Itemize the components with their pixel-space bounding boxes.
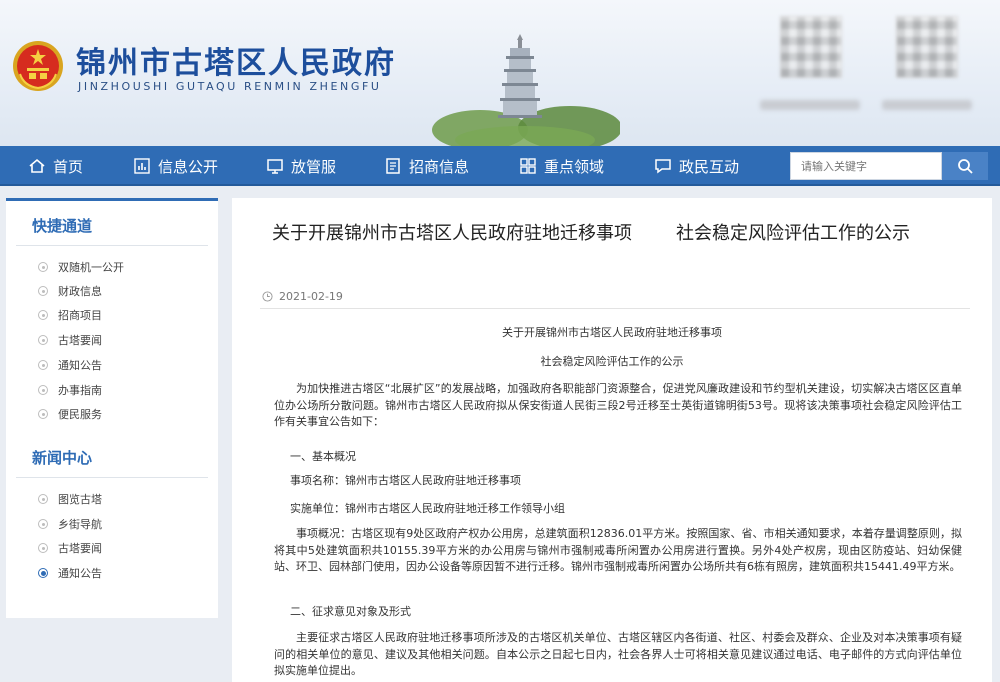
- sidebar-item-label: 通知公告: [58, 567, 102, 580]
- section-heading: 一、基本概况: [290, 450, 356, 463]
- site-header: 锦州市古塔区人民政府 JINZHOUSHI GUTAQU RENMIN ZHEN…: [0, 0, 1000, 146]
- nav-item-label: 招商信息: [409, 157, 470, 176]
- nav-item-info-disclosure[interactable]: 信息公开: [133, 146, 218, 186]
- bullet-icon: [38, 543, 48, 553]
- sidebar-item-active[interactable]: 通知公告: [38, 565, 102, 581]
- item-overview: 事项概况：古塔区现有9处区政府产权办公用房，总建筑面积12836.01平方米。按…: [274, 527, 962, 573]
- nav-item-label: 政民互动: [679, 157, 740, 176]
- doc-title-line1: 关于开展锦州市古塔区人民政府驻地迁移事项: [502, 326, 722, 339]
- bullet-icon: [38, 262, 48, 272]
- national-emblem-icon: [13, 41, 63, 91]
- article-intro: 为加快推进古塔区“北展扩区”的发展战略，加强政府各职能部门资源整合，促进党风廉政…: [274, 382, 962, 428]
- nav-item-home[interactable]: 首页: [28, 146, 83, 186]
- article-panel: 关于开展锦州市古塔区人民政府驻地迁移事项 社会稳定风险评估工作的公示 2021-0…: [232, 198, 992, 682]
- article-title-part1: 关于开展锦州市古塔区人民政府驻地迁移事项: [272, 223, 632, 244]
- sidebar-item-label: 财政信息: [58, 285, 102, 298]
- sidebar-item-label: 招商项目: [58, 309, 102, 322]
- sidebar-item[interactable]: 通知公告: [38, 357, 102, 373]
- nav-item-investment[interactable]: 招商信息: [384, 146, 469, 186]
- document-icon: [386, 158, 400, 174]
- sidebar-item-label: 便民服务: [58, 408, 102, 421]
- qr-code-image: [896, 16, 958, 78]
- chat-icon: [655, 159, 671, 174]
- article-title: 关于开展锦州市古塔区人民政府驻地迁移事项 社会稳定风险评估工作的公示: [272, 216, 962, 252]
- sidebar-item[interactable]: 乡街导航: [38, 516, 102, 532]
- sidebar-item-label: 古塔要闻: [58, 542, 102, 555]
- doc-title-line2: 社会稳定风险评估工作的公示: [540, 355, 684, 368]
- divider: [260, 308, 970, 309]
- qr-caption: [760, 100, 860, 110]
- item-name-line: 事项名称：锦州市古塔区人民政府驻地迁移事项: [290, 474, 521, 487]
- grid-icon: [520, 158, 536, 174]
- divider: [16, 245, 208, 246]
- divider: [16, 477, 208, 478]
- sidebar-item[interactable]: 招商项目: [38, 307, 102, 323]
- sidebar-item[interactable]: 古塔要闻: [38, 332, 102, 348]
- consultation-paragraph: 主要征求古塔区人民政府驻地迁移事项所涉及的古塔区机关单位、古塔区辖区内各街道、社…: [274, 631, 962, 677]
- nav-item-label: 信息公开: [158, 157, 219, 176]
- nav-item-label: 重点领域: [544, 157, 605, 176]
- monitor-icon: [267, 159, 283, 174]
- bullet-icon: [38, 286, 48, 296]
- sidebar-item[interactable]: 财政信息: [38, 283, 102, 299]
- nav-item-label: 放管服: [291, 157, 337, 176]
- nav-item-interaction[interactable]: 政民互动: [654, 146, 739, 186]
- bullet-active-icon: [38, 568, 48, 578]
- qr-code-image: [780, 16, 842, 78]
- sidebar-item[interactable]: 便民服务: [38, 406, 102, 422]
- sidebar: 快捷通道 双随机一公开 财政信息 招商项目 古塔要闻 通知公告 办事指南 便民服…: [6, 198, 218, 618]
- item-unit-line: 实施单位：锦州市古塔区人民政府驻地迁移工作领导小组: [290, 502, 565, 515]
- sidebar-item-label: 通知公告: [58, 359, 102, 372]
- search-icon: [958, 159, 973, 174]
- article-meta: 2021-02-19: [262, 290, 343, 303]
- sidebar-item-label: 图览古塔: [58, 493, 102, 506]
- nav-item-label: 首页: [53, 157, 84, 176]
- sidebar-item[interactable]: 图览古塔: [38, 491, 102, 507]
- sidebar-item[interactable]: 古塔要闻: [38, 540, 102, 556]
- site-subtitle: JINZHOUSHI GUTAQU RENMIN ZHENGFU: [78, 80, 382, 93]
- site-title: 锦州市古塔区人民政府: [76, 46, 396, 81]
- bullet-icon: [38, 409, 48, 419]
- bar-chart-icon: [134, 158, 150, 174]
- nav-item-key-areas[interactable]: 重点领域: [519, 146, 604, 186]
- qr-caption: [882, 100, 972, 110]
- article-title-part2: 社会稳定风险评估工作的公示: [676, 223, 910, 244]
- search-button[interactable]: [942, 152, 988, 180]
- sidebar-item-label: 乡街导航: [58, 518, 102, 531]
- bullet-icon: [38, 519, 48, 529]
- bullet-icon: [38, 310, 48, 320]
- article-date: 2021-02-19: [279, 290, 343, 303]
- pagoda-illustration-icon: [432, 34, 620, 146]
- sidebar-item-label: 古塔要闻: [58, 334, 102, 347]
- search-input[interactable]: [790, 152, 942, 180]
- sidebar-item[interactable]: 办事指南: [38, 382, 102, 398]
- sidebar-item[interactable]: 双随机一公开: [38, 259, 124, 275]
- nav-item-fangguanfu[interactable]: 放管服: [266, 146, 336, 186]
- home-icon: [29, 158, 45, 173]
- sidebar-item-label: 办事指南: [58, 384, 102, 397]
- sidebar-item-label: 双随机一公开: [58, 261, 124, 274]
- bullet-icon: [38, 335, 48, 345]
- sidebar-heading-quick: 快捷通道: [32, 217, 93, 235]
- bullet-icon: [38, 385, 48, 395]
- clock-icon: [262, 291, 273, 302]
- bullet-icon: [38, 360, 48, 370]
- sidebar-heading-news: 新闻中心: [32, 449, 93, 467]
- section-heading: 二、征求意见对象及形式: [290, 605, 411, 618]
- bullet-icon: [38, 494, 48, 504]
